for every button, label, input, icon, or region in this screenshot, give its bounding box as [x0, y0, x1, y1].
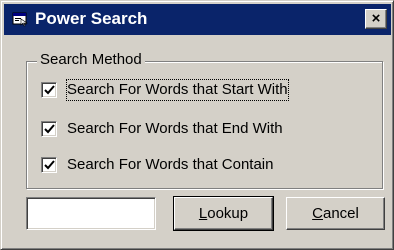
app-search-icon: [12, 11, 28, 27]
end-with-label: Search For Words that End With: [67, 120, 283, 137]
cancel-hotkey: C: [312, 205, 323, 222]
lookup-input[interactable]: [26, 197, 156, 230]
start-with-checkbox[interactable]: [41, 82, 57, 98]
contain-label: Search For Words that Contain: [67, 156, 274, 173]
lookup-button[interactable]: Lookup: [173, 196, 274, 231]
title-bar[interactable]: Power Search ×: [4, 4, 391, 35]
checkmark-icon: [44, 124, 55, 134]
lookup-label: ookup: [207, 205, 249, 222]
start-with-label: Search For Words that Start With: [66, 79, 289, 101]
window-title: Power Search: [35, 9, 148, 28]
lookup-hotkey: L: [198, 205, 208, 222]
cancel-label: ancel: [322, 205, 359, 222]
contain-checkbox[interactable]: [41, 157, 57, 173]
power-search-dialog: Power Search × Search Method Search For …: [0, 0, 394, 250]
end-with-checkbox[interactable]: [41, 121, 57, 137]
cancel-button[interactable]: Cancel: [286, 197, 385, 230]
checkmark-icon: [44, 85, 55, 95]
checkmark-icon: [44, 160, 55, 170]
close-icon: ×: [371, 10, 381, 27]
close-button[interactable]: ×: [365, 9, 387, 29]
search-method-label: Search Method: [37, 50, 145, 70]
